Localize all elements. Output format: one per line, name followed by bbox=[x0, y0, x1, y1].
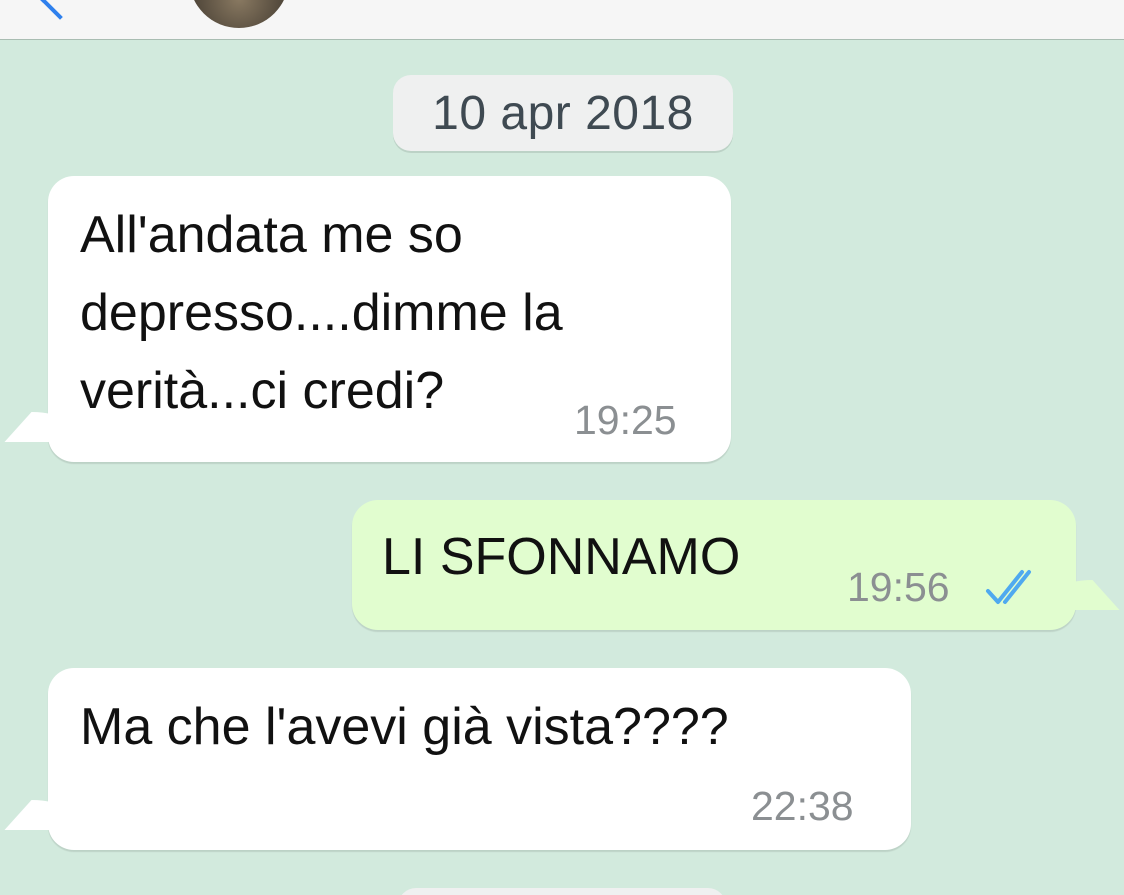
chat-header bbox=[0, 0, 1124, 40]
message-timestamp: 19:56 bbox=[847, 564, 950, 610]
contact-avatar[interactable] bbox=[189, 0, 289, 28]
message-timestamp: 19:25 bbox=[574, 397, 677, 443]
next-date-separator bbox=[398, 888, 726, 895]
date-separator-label: 10 apr 2018 bbox=[432, 86, 694, 140]
message-timestamp: 22:38 bbox=[751, 783, 854, 829]
incoming-message-bubble[interactable]: Ma che l'avevi già vista???? 22:38 bbox=[4, 668, 911, 850]
incoming-message-bubble[interactable]: All'andata me so depresso....dimme la ve… bbox=[4, 176, 731, 462]
message-text: LI SFONNAMO bbox=[382, 528, 741, 586]
date-separator: 10 apr 2018 bbox=[393, 75, 733, 151]
message-text: All'andata me so depresso....dimme la ve… bbox=[80, 206, 563, 420]
chat-screen: 10 apr 2018 All'andata me so depresso...… bbox=[0, 0, 1124, 895]
outgoing-message-bubble[interactable]: LI SFONNAMO 19:56 bbox=[352, 500, 1120, 630]
bubble-tail bbox=[4, 800, 92, 830]
chevron-left-icon[interactable] bbox=[40, 0, 80, 20]
message-text: Ma che l'avevi già vista???? bbox=[80, 698, 729, 756]
double-check-read-icon bbox=[986, 570, 1031, 604]
bubble-tail bbox=[4, 412, 92, 442]
